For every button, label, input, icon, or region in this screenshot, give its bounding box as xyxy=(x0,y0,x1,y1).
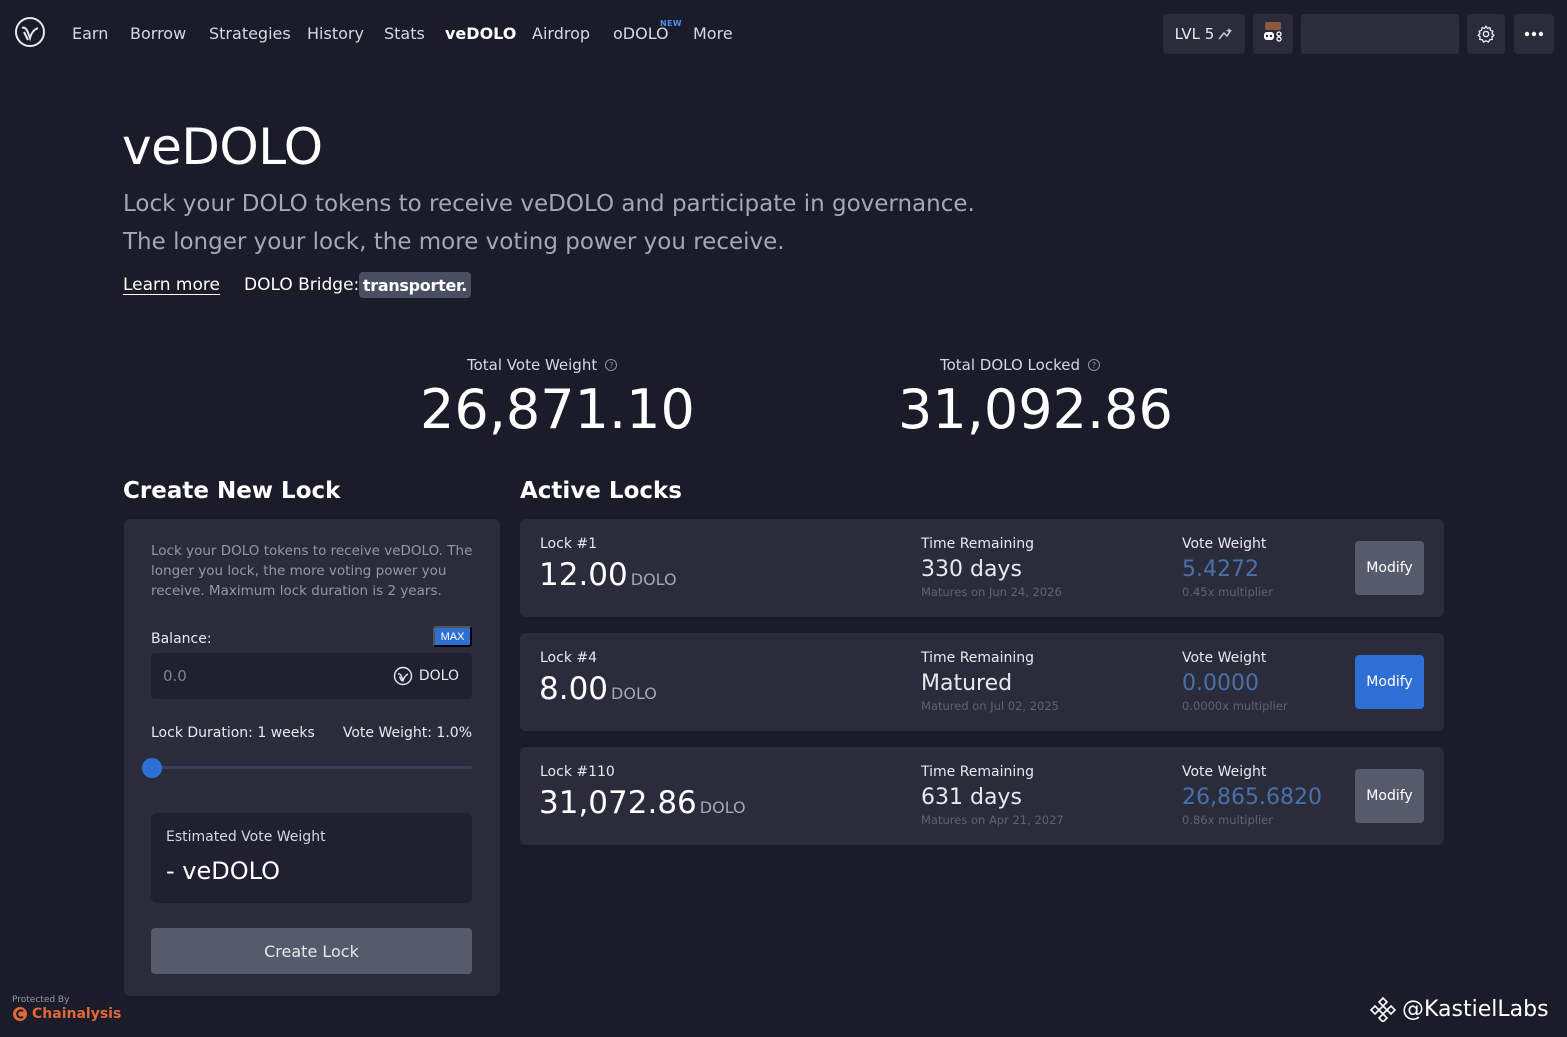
vote-weight-percent-label: Vote Weight: 1.0% xyxy=(342,725,472,741)
maturity-date: Matured on Jul 02, 2025 xyxy=(921,699,1059,713)
page-title: veDOLO xyxy=(122,118,323,176)
lock-unit: DOLO xyxy=(699,798,746,817)
lock-amount-value: 8.00 xyxy=(539,671,609,707)
time-remaining-value: 631 days xyxy=(921,785,1022,810)
lock-duration-slider[interactable] xyxy=(142,757,472,778)
sparkle-icon xyxy=(1218,28,1233,40)
maturity-date: Matures on Jun 24, 2026 xyxy=(921,585,1062,599)
amount-input[interactable] xyxy=(163,665,383,687)
gear-icon xyxy=(1477,25,1495,43)
nav-vedolo[interactable]: veDOLO xyxy=(445,24,516,44)
bridge-label: DOLO Bridge: xyxy=(244,275,360,295)
time-remaining-value: 330 days xyxy=(921,557,1022,582)
protected-by-label: Protected By xyxy=(12,995,70,1005)
slider-track[interactable] xyxy=(151,766,472,769)
lock-name: Lock #110 xyxy=(540,764,615,780)
estimated-vote-weight-box: Estimated Vote Weight - veDOLO xyxy=(151,813,472,903)
watermark-text: @KastielLabs xyxy=(1402,996,1549,1022)
transporter-bridge-link[interactable]: transporter. xyxy=(359,272,471,298)
nav-history[interactable]: History xyxy=(307,24,364,44)
modify-lock-button[interactable]: Modify xyxy=(1355,541,1424,595)
lock-name: Lock #4 xyxy=(540,650,598,666)
lock-unit: DOLO xyxy=(630,570,677,589)
vote-weight-label: Vote Weight xyxy=(1182,650,1267,666)
modify-lock-button[interactable]: Modify xyxy=(1355,769,1424,823)
help-icon[interactable]: ? xyxy=(605,359,618,371)
learn-more-link[interactable]: Learn more xyxy=(123,275,220,295)
total-vote-weight-text: Total Vote Weight xyxy=(467,356,598,374)
modify-lock-button[interactable]: Modify xyxy=(1355,655,1424,709)
nav-strategies[interactable]: Strategies xyxy=(209,24,291,44)
dolomite-logo-icon[interactable] xyxy=(14,16,46,48)
level-label: LVL 5 xyxy=(1174,25,1215,43)
lock-name: Lock #1 xyxy=(540,536,598,552)
create-lock-title: Create New Lock xyxy=(123,478,341,504)
slider-thumb[interactable] xyxy=(142,758,162,778)
vote-weight-value: 0.0000 xyxy=(1182,671,1259,696)
create-lock-card: Lock your DOLO tokens to receive veDOLO.… xyxy=(124,519,500,996)
total-dolo-locked-value: 31,092.86 xyxy=(898,378,1173,441)
level-button[interactable]: LVL 5 xyxy=(1163,14,1245,54)
ellipsis-icon xyxy=(1524,31,1544,37)
dolo-token-icon xyxy=(393,666,413,686)
total-vote-weight-value: 26,871.10 xyxy=(420,378,695,441)
max-button[interactable]: MAX xyxy=(433,626,472,647)
hero-subtitle-line2: The longer your lock, the more voting po… xyxy=(123,229,785,255)
time-remaining-label: Time Remaining xyxy=(921,536,1035,552)
create-lock-button[interactable]: Create Lock xyxy=(151,928,472,974)
lock-amount: 31,072.86 DOLO xyxy=(539,785,746,821)
help-icon[interactable]: ? xyxy=(1087,359,1100,371)
balance-label: Balance: xyxy=(151,631,212,647)
token-selector: DOLO xyxy=(393,666,459,686)
time-remaining-label: Time Remaining xyxy=(921,764,1035,780)
settings-button[interactable] xyxy=(1467,14,1505,54)
amount-field[interactable]: DOLO xyxy=(151,653,472,699)
wallet-button[interactable] xyxy=(1301,14,1459,54)
vote-weight-multiplier: 0.0000x multiplier xyxy=(1182,699,1288,713)
estimated-vote-weight-label: Estimated Vote Weight xyxy=(166,829,326,845)
vote-weight-multiplier: 0.86x multiplier xyxy=(1182,813,1273,827)
vote-weight-multiplier: 0.45x multiplier xyxy=(1182,585,1273,599)
nav-stats[interactable]: Stats xyxy=(384,24,425,44)
top-navigation: Earn Borrow Strategies History Stats veD… xyxy=(0,0,1567,68)
nav-more[interactable]: More xyxy=(693,24,733,44)
hero-subtitle-line1: Lock your DOLO tokens to receive veDOLO … xyxy=(123,191,975,217)
avatar-icon xyxy=(1264,22,1282,42)
lock-amount-value: 31,072.86 xyxy=(539,785,697,821)
time-remaining-label: Time Remaining xyxy=(921,650,1035,666)
chainalysis-icon xyxy=(13,1007,27,1021)
binance-icon xyxy=(1370,996,1396,1022)
total-dolo-locked-label: Total DOLO Locked ? xyxy=(940,356,1100,374)
total-vote-weight-label: Total Vote Weight ? xyxy=(467,356,618,374)
watermark: @KastielLabs xyxy=(1370,996,1549,1022)
maturity-date: Matures on Apr 21, 2027 xyxy=(921,813,1064,827)
create-lock-description: Lock your DOLO tokens to receive veDOLO.… xyxy=(151,543,473,599)
lock-amount: 12.00 DOLO xyxy=(539,557,677,593)
nav-earn[interactable]: Earn xyxy=(72,24,108,44)
lock-duration-label: Lock Duration: 1 weeks xyxy=(151,725,315,741)
active-locks-title: Active Locks xyxy=(520,478,682,504)
nav-borrow[interactable]: Borrow xyxy=(130,24,186,44)
lock-card: Lock #110 31,072.86 DOLO Time Remaining 631 … xyxy=(520,747,1444,845)
time-remaining-value: Matured xyxy=(921,671,1013,696)
estimated-vote-weight-value: - veDOLO xyxy=(166,857,281,885)
new-badge: NEW xyxy=(660,19,682,28)
lock-card: Lock #4 8.00 DOLO Time Remaining Matured Matu… xyxy=(520,633,1444,731)
vote-weight-label: Vote Weight xyxy=(1182,764,1267,780)
more-options-button[interactable] xyxy=(1514,14,1554,54)
profile-avatar-button[interactable] xyxy=(1253,14,1293,54)
lock-amount-value: 12.00 xyxy=(539,557,628,593)
lock-unit: DOLO xyxy=(611,684,657,703)
total-dolo-locked-text: Total DOLO Locked xyxy=(940,356,1080,374)
lock-card: Lock #1 12.00 DOLO Time Remaining 330 days Ma… xyxy=(520,519,1444,617)
vote-weight-label: Vote Weight xyxy=(1182,536,1267,552)
chainalysis-badge[interactable]: Chainalysis xyxy=(12,1006,121,1022)
chainalysis-label: Chainalysis xyxy=(32,1006,122,1022)
vote-weight-value: 5.4272 xyxy=(1182,557,1259,582)
token-label: DOLO xyxy=(418,668,459,684)
vote-weight-value: 26,865.6820 xyxy=(1182,785,1322,810)
nav-airdrop[interactable]: Airdrop xyxy=(532,24,590,44)
lock-amount: 8.00 DOLO xyxy=(539,671,657,707)
